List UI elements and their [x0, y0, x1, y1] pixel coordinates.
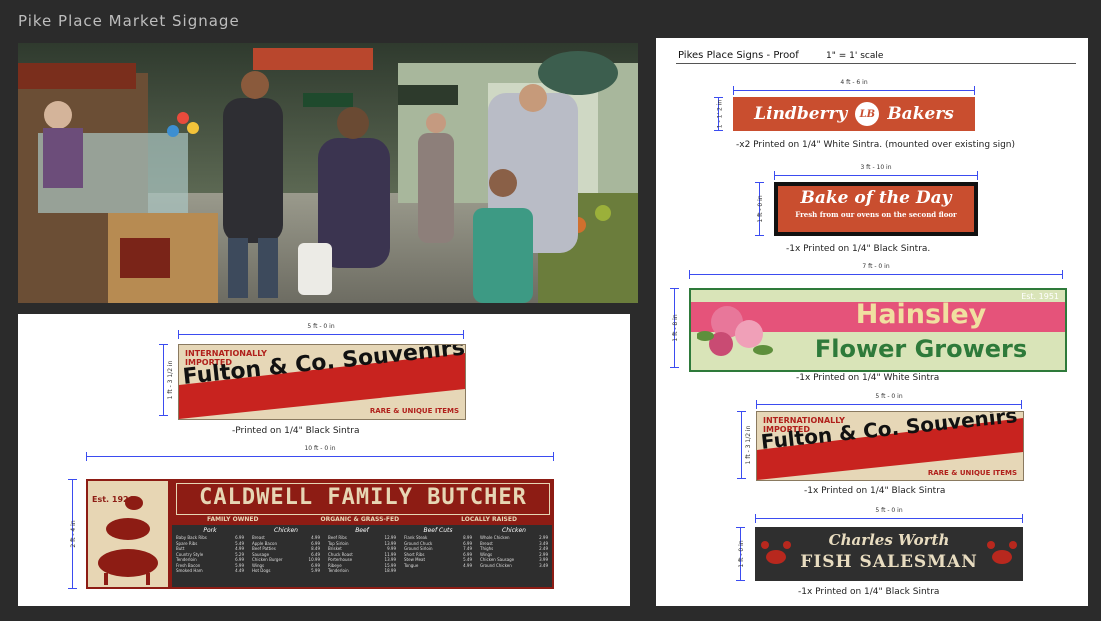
lindberry-sign: Lindberry LB Bakers — [733, 97, 975, 131]
hainsley-note: -1x Printed on 1/4" White Sintra — [796, 373, 940, 383]
caldwell-menu-board: Pork Baby Back Ribs 6.99 Spare Ribs 5.49 Butt… — [172, 525, 552, 587]
fulton-height-dimension: 1 ft - 3 1/2 in — [159, 344, 174, 416]
charles-line2: FISH SALESMAN — [800, 552, 978, 572]
right-proof-panel: Pikes Place Signs - Proof 1" = 1' scale … — [656, 38, 1088, 606]
charles-line1: Charles Worth — [828, 531, 950, 549]
menu-item: Tenderloin 18.99 — [328, 568, 396, 574]
caldwell-width-dimension: 10 ft - 0 in — [86, 445, 554, 461]
lindberry-word1: Lindberry — [754, 104, 848, 124]
crab-icon — [987, 541, 1017, 564]
left-proof-panel: 5 ft - 0 in 1 ft - 3 1/2 in INTERNATIONA… — [18, 314, 630, 606]
charles-note: -1x Printed on 1/4" Black Sintra — [798, 587, 940, 597]
lindberry-height-dimension: 1 - 1' 2 in — [714, 97, 724, 131]
hainsley-width-dimension: 7 ft - 0 in — [689, 263, 1063, 279]
charles-height-dimension: 1 ft - 0 in — [736, 527, 745, 581]
menu-item-name: Tongue — [404, 562, 419, 568]
menu-heading: Beef — [355, 527, 369, 534]
fulton-right-width-dimension: 5 ft - 0 in — [756, 393, 1022, 409]
fulton-tagline: RARE & UNIQUE ITEMS — [927, 469, 1017, 477]
market-scene-illustration — [18, 43, 638, 303]
hainsley-name: Hainsley — [855, 299, 987, 330]
caldwell-est: Est. 1926 — [92, 495, 135, 504]
menu-item-name: Smoked Ham — [176, 568, 203, 573]
menu-column: Beef Beef Ribs 12.99 Top Sirloin 13.99 Briske… — [324, 525, 400, 587]
menu-item: Ground Chicken 3.49 — [480, 563, 548, 569]
menu-item-price: 3.49 — [539, 562, 548, 568]
fulton-sign-left: INTERNATIONALLY IMPORTED Fulton & Co. So… — [178, 344, 466, 420]
bake-sign: Bake of the Day Fresh from our ovens on … — [774, 182, 978, 236]
caldwell-tag: FAMILY OWNED — [207, 516, 259, 523]
lindberry-word2: Bakers — [887, 104, 954, 124]
bake-title: Bake of the Day — [800, 188, 952, 208]
charles-width-dimension: 5 ft - 0 in — [755, 507, 1023, 523]
lindberry-width-dimension: 4 ft - 6 in — [733, 79, 975, 95]
menu-column: Pork Baby Back Ribs 6.99 Spare Ribs 5.49 Butt… — [172, 525, 248, 587]
menu-heading: Chicken — [274, 527, 298, 534]
hainsley-subtitle: Flower Growers — [814, 335, 1028, 363]
caldwell-tag: LOCALLY RAISED — [461, 516, 517, 523]
proof-title: Pikes Place Signs - Proof — [678, 50, 799, 61]
caldwell-name: CALDWELL FAMILY BUTCHER — [199, 485, 527, 510]
bake-note: -1x Printed on 1/4" Black Sintra. — [786, 244, 931, 254]
menu-item-price: 4.99 — [463, 562, 472, 568]
menu-heading: Beef Cuts — [423, 527, 453, 534]
menu-item-price: 4.49 — [235, 568, 244, 573]
lindberry-note: -x2 Printed on 1/4" White Sintra. (mount… — [736, 140, 1016, 150]
roses-icon — [697, 306, 773, 356]
lb-monogram-icon: LB — [855, 102, 880, 126]
bake-height-dimension: 1 ft - 0 in — [755, 182, 764, 236]
menu-item-name: Ground Chicken — [480, 562, 512, 568]
page-title: Pike Place Market Signage — [18, 12, 240, 30]
caldwell-tag: ORGANIC & GRASS-FED — [320, 516, 400, 523]
fulton-tagline: RARE & UNIQUE ITEMS — [369, 407, 459, 415]
title-underline — [676, 63, 1076, 64]
charles-sign: Charles Worth FISH SALESMAN — [755, 527, 1023, 581]
bake-width-dimension: 3 ft - 10 in — [774, 164, 978, 180]
menu-item: Smoked Ham 4.49 — [176, 568, 244, 574]
menu-item-price: 5.99 — [311, 568, 320, 573]
fulton-width-dimension: 5 ft - 0 in — [178, 323, 464, 339]
menu-column: Beef Cuts Flank Steak 8.99 Ground Chuck 6.99… — [400, 525, 476, 587]
menu-item-name: Tenderloin — [328, 568, 349, 573]
proof-scale: 1" = 1' scale — [826, 51, 884, 61]
menu-column: Chicken Breast 4.99 Apple Bacon 6.99 Beef Pat… — [248, 525, 324, 587]
menu-heading: Chicken — [502, 527, 526, 534]
menu-heading: Pork — [203, 527, 217, 534]
caldwell-animals-panel: Est. 1926 — [88, 481, 168, 587]
bake-subtitle: Fresh from our ovens on the second floor — [795, 210, 957, 219]
caldwell-height-dimension: 2 ft - 4 in — [68, 479, 77, 589]
caldwell-tags: FAMILY OWNED ORGANIC & GRASS-FED LOCALLY… — [176, 516, 548, 523]
caldwell-sign: Est. 1926 CALDWELL FAMILY BUTCHER FAMILY… — [86, 479, 554, 589]
menu-item-name: Hot Dogs — [252, 568, 271, 573]
menu-column: Chicken Whole Chicken 2.99 Breast 3.49 Thighs… — [476, 525, 552, 587]
menu-item: Hot Dogs 5.99 — [252, 568, 320, 574]
hainsley-sign: Est. 1951 Hainsley Flower Growers — [689, 288, 1067, 372]
menu-item: Tongue 4.99 — [404, 563, 472, 569]
hainsley-height-dimension: 1 ft - 8 in — [670, 288, 679, 368]
crab-icon — [761, 541, 791, 564]
fulton-note-right: -1x Printed on 1/4" Black Sintra — [804, 486, 946, 496]
fulton-right-height-dimension: 1 ft - 3 1/2 in — [737, 411, 752, 479]
fulton-note-left: -Printed on 1/4" Black Sintra — [232, 426, 360, 436]
fulton-sign-right: INTERNATIONALLY IMPORTED Fulton & Co. So… — [756, 411, 1024, 481]
market-photo — [18, 43, 638, 303]
menu-item-price: 18.99 — [384, 568, 396, 573]
